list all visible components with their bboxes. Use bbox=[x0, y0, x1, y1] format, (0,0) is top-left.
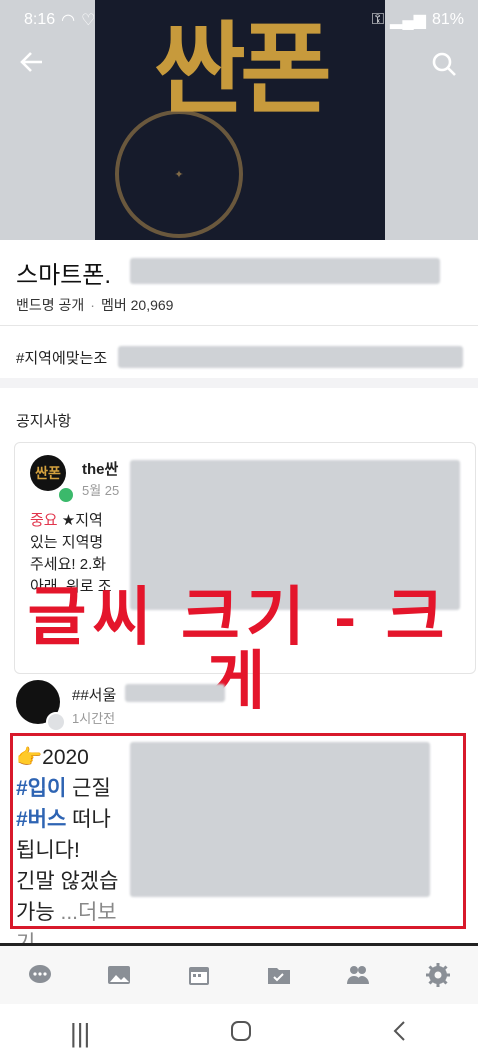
back-arrow-icon[interactable] bbox=[18, 48, 46, 83]
member-badge-icon bbox=[46, 712, 66, 732]
shield-icon: ♡ bbox=[81, 12, 96, 29]
notice-line3: 주세요! 2.화 bbox=[30, 556, 107, 573]
key-icon: ⚿ bbox=[371, 11, 385, 28]
blurred-hashtags bbox=[118, 346, 463, 368]
search-icon[interactable] bbox=[430, 50, 458, 85]
bottom-tab-bar bbox=[0, 946, 478, 1004]
post-time: 1시간전 bbox=[72, 711, 116, 726]
post-line4: 됩니다! bbox=[16, 839, 80, 862]
band-visibility: 밴드명 공개 bbox=[16, 297, 85, 313]
post-line6: 가능 bbox=[16, 901, 61, 924]
notice-section-title: 공지사항 bbox=[16, 413, 72, 430]
divider bbox=[0, 325, 478, 326]
blurred-author bbox=[125, 684, 225, 702]
battery-text: 81% bbox=[431, 11, 464, 28]
status-bar-left: 8:16 ◠ ♡ bbox=[24, 6, 95, 34]
notice-author-avatar: 싼폰 bbox=[30, 455, 66, 491]
cover-title-art: 싼폰 bbox=[154, 14, 332, 126]
post-line5: 긴말 않겠습 bbox=[16, 870, 119, 893]
status-bar-right: ⚿ ▂▄▆ 81% bbox=[372, 6, 464, 34]
chat-icon[interactable] bbox=[20, 955, 60, 995]
post-hashtag-1[interactable]: #입이 bbox=[16, 777, 66, 800]
watermark-seal: ✦ bbox=[115, 110, 243, 238]
section-gap bbox=[0, 378, 478, 388]
member-count[interactable]: 멤버 20,969 bbox=[101, 297, 173, 313]
post-line2: 근질 bbox=[66, 777, 111, 800]
notice-label: 중요 bbox=[30, 512, 58, 529]
notice-line1: ★지역 bbox=[61, 512, 103, 529]
post-body[interactable]: 👉2020 #입이 근질 #버스 떠나 됩니다! 긴말 않겠습 가능 ...더보… bbox=[16, 742, 126, 959]
hashtag-link[interactable]: #지역에맞는조 bbox=[16, 347, 107, 368]
post-line3: 떠나 bbox=[66, 808, 111, 831]
post-line1: 👉2020 bbox=[16, 746, 89, 769]
notice-line2: 있는 지역명 bbox=[30, 534, 104, 551]
members-icon[interactable] bbox=[338, 955, 378, 995]
home-icon[interactable] bbox=[230, 1018, 252, 1049]
status-time: 8:16 bbox=[24, 11, 56, 28]
system-navigation-bar: ||| bbox=[0, 1004, 478, 1062]
photo-icon[interactable] bbox=[99, 955, 139, 995]
band-meta: 밴드명 공개 · 멤버 20,969 bbox=[16, 297, 174, 313]
blurred-band-name bbox=[130, 258, 440, 284]
signal-icon: ▂▄▆ bbox=[390, 12, 426, 29]
post-hashtag-2[interactable]: #버스 bbox=[16, 808, 66, 831]
settings-icon[interactable] bbox=[418, 955, 458, 995]
calendar-icon[interactable] bbox=[179, 955, 219, 995]
band-name: 스마트폰. bbox=[16, 262, 111, 289]
post-author[interactable]: ##서울 bbox=[72, 684, 116, 705]
folder-check-icon[interactable] bbox=[259, 955, 299, 995]
leader-badge-icon bbox=[57, 486, 75, 504]
blurred-post-content bbox=[130, 742, 430, 897]
wifi-icon: ◠ bbox=[61, 12, 76, 29]
recent-apps-icon[interactable]: ||| bbox=[70, 1018, 90, 1049]
notice-date: 5월 25 bbox=[82, 483, 120, 498]
back-nav-icon[interactable] bbox=[392, 1018, 408, 1049]
band-cover: 싼폰 ✦ bbox=[0, 0, 478, 240]
notice-author: the싼 bbox=[82, 461, 119, 478]
